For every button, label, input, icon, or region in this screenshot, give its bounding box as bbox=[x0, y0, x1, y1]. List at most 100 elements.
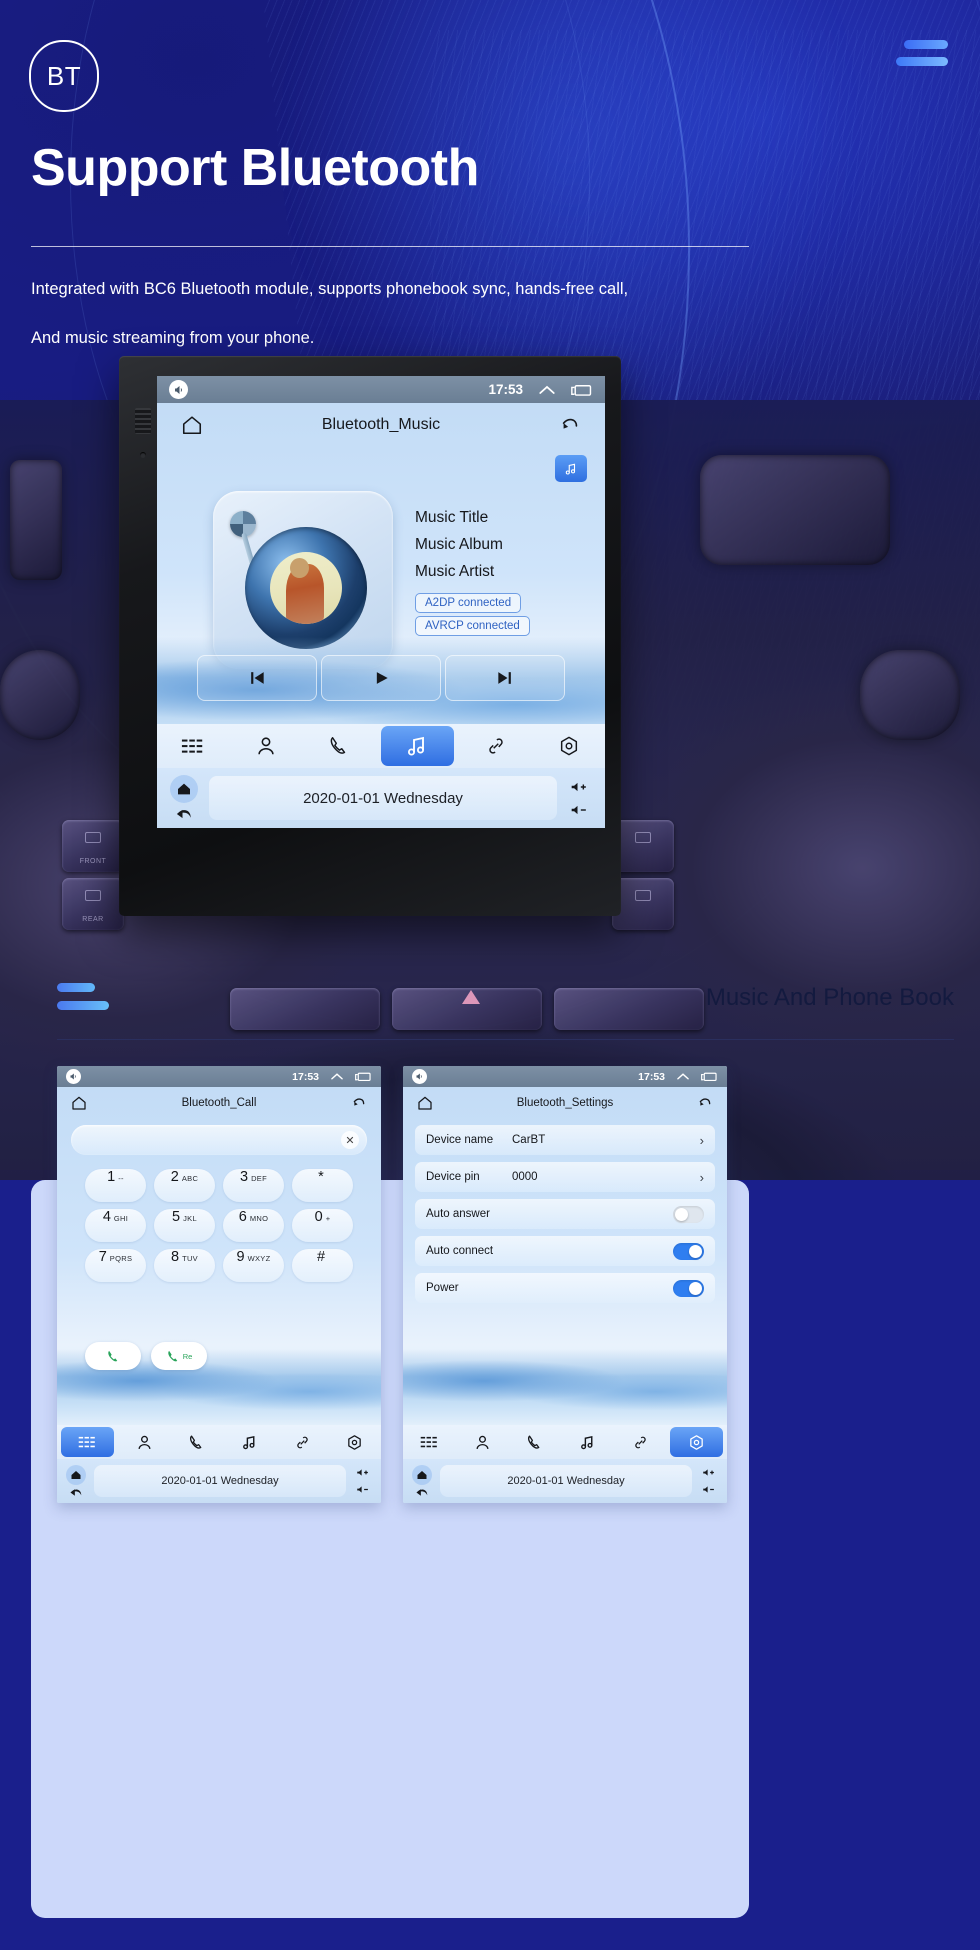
play-button[interactable] bbox=[321, 655, 441, 701]
bluetooth-badge-label: BT bbox=[46, 60, 82, 91]
dial-key-number: * bbox=[318, 1169, 324, 1185]
nav-item-settings[interactable] bbox=[670, 1427, 724, 1457]
recents-icon[interactable] bbox=[701, 1071, 718, 1082]
dial-key[interactable]: 8 TUV bbox=[154, 1249, 215, 1282]
volume-up-icon[interactable] bbox=[356, 1467, 371, 1478]
nav-item-settings[interactable] bbox=[532, 726, 605, 766]
dial-key[interactable]: * bbox=[292, 1169, 353, 1202]
album-cover-head bbox=[290, 558, 309, 578]
home-filled-icon[interactable] bbox=[412, 1464, 432, 1485]
volume-icon[interactable] bbox=[412, 1069, 427, 1084]
dash-button-left bbox=[230, 988, 380, 1030]
dial-key[interactable]: 0 + bbox=[292, 1209, 353, 1242]
settings-row-device-pin[interactable]: Device pin 0000 › bbox=[415, 1162, 715, 1192]
volume-up-icon[interactable] bbox=[570, 780, 590, 794]
dial-key[interactable]: 3 DEF bbox=[223, 1169, 284, 1202]
nav-item-phone[interactable] bbox=[170, 1427, 223, 1457]
settings-status-right: 17:53 bbox=[638, 1071, 718, 1083]
recents-icon[interactable] bbox=[355, 1071, 372, 1082]
nav-item-apps[interactable] bbox=[61, 1427, 114, 1457]
chevron-up-icon[interactable] bbox=[676, 1072, 690, 1081]
page-title: Support Bluetooth bbox=[31, 139, 479, 197]
redial-button[interactable]: Re bbox=[151, 1342, 207, 1370]
volume-down-icon[interactable] bbox=[702, 1484, 717, 1495]
nav-item-contacts[interactable] bbox=[230, 726, 303, 766]
door-button-1 bbox=[612, 820, 674, 872]
back-arrow-icon[interactable] bbox=[351, 1095, 367, 1111]
home-icon[interactable] bbox=[417, 1095, 433, 1111]
dial-key[interactable]: 2 ABC bbox=[154, 1169, 215, 1202]
settings-row-power[interactable]: Power bbox=[415, 1273, 715, 1303]
menu-button[interactable] bbox=[896, 40, 948, 74]
call-action-row: Re bbox=[85, 1342, 207, 1370]
auto-answer-toggle[interactable] bbox=[673, 1205, 704, 1223]
volume-down-icon[interactable] bbox=[570, 803, 590, 817]
dock-volume-controls bbox=[563, 780, 597, 817]
nav-item-paired[interactable] bbox=[276, 1427, 329, 1457]
back-arrow-filled-icon[interactable] bbox=[69, 1487, 83, 1498]
menu-bar-bottom bbox=[896, 57, 948, 66]
phone-number-input[interactable]: ✕ bbox=[71, 1125, 367, 1155]
dial-key[interactable]: 5 JKL bbox=[154, 1209, 215, 1242]
nav-item-phone[interactable] bbox=[302, 726, 375, 766]
vinyl-record bbox=[245, 527, 367, 649]
next-track-button[interactable] bbox=[445, 655, 565, 701]
dial-key[interactable]: 4 GHI bbox=[85, 1209, 146, 1242]
nav-item-music[interactable] bbox=[223, 1427, 276, 1457]
dial-key[interactable]: # bbox=[292, 1249, 353, 1282]
home-filled-icon[interactable] bbox=[66, 1464, 86, 1485]
back-arrow-icon[interactable] bbox=[697, 1095, 713, 1111]
home-filled-icon[interactable] bbox=[170, 775, 198, 803]
nav-item-apps[interactable] bbox=[157, 726, 230, 766]
settings-row-device-name[interactable]: Device name CarBT › bbox=[415, 1125, 715, 1155]
home-icon[interactable] bbox=[181, 414, 203, 436]
nav-item-settings[interactable] bbox=[328, 1427, 381, 1457]
settings-row-auto-connect[interactable]: Auto connect bbox=[415, 1236, 715, 1266]
settings-row-auto-answer[interactable]: Auto answer bbox=[415, 1199, 715, 1229]
music-source-chip[interactable] bbox=[555, 455, 587, 482]
nav-item-apps[interactable] bbox=[403, 1427, 456, 1457]
bottom-nav-bar bbox=[157, 724, 605, 768]
dial-key[interactable]: 7 PQRS bbox=[85, 1249, 146, 1282]
home-icon[interactable] bbox=[71, 1095, 87, 1111]
dial-key-number: 2 bbox=[170, 1169, 179, 1185]
recents-icon[interactable] bbox=[571, 383, 593, 397]
chevron-up-icon[interactable] bbox=[330, 1072, 344, 1081]
bluetooth-settings-screen: 17:53 Bluetooth_Settings Device name Car… bbox=[403, 1066, 727, 1503]
previous-track-button[interactable] bbox=[197, 655, 317, 701]
settings-dock-volume bbox=[696, 1467, 722, 1495]
back-arrow-filled-icon[interactable] bbox=[175, 807, 193, 821]
dial-key[interactable]: 6 MNO bbox=[223, 1209, 284, 1242]
dash-vent-left bbox=[10, 460, 62, 580]
volume-icon[interactable] bbox=[66, 1069, 81, 1084]
nav-item-contacts[interactable] bbox=[456, 1427, 509, 1457]
volume-icon[interactable] bbox=[169, 380, 188, 399]
call-button[interactable] bbox=[85, 1342, 141, 1370]
dial-key-letters: TUV bbox=[182, 1254, 198, 1263]
status-bar: 17:53 bbox=[157, 376, 605, 403]
nav-item-music[interactable] bbox=[381, 726, 454, 766]
nav-item-music[interactable] bbox=[561, 1427, 614, 1457]
nav-item-paired[interactable] bbox=[460, 726, 533, 766]
back-arrow-icon[interactable] bbox=[559, 414, 581, 436]
volume-down-icon[interactable] bbox=[356, 1484, 371, 1495]
album-cover-image bbox=[270, 552, 342, 624]
dial-key-number: 9 bbox=[236, 1249, 245, 1265]
dial-key[interactable]: 1 -- bbox=[85, 1169, 146, 1202]
volume-up-icon[interactable] bbox=[702, 1467, 717, 1478]
chevron-up-icon[interactable] bbox=[538, 384, 556, 396]
back-arrow-filled-icon[interactable] bbox=[415, 1487, 429, 1498]
auto-connect-toggle[interactable] bbox=[673, 1242, 704, 1260]
power-toggle[interactable] bbox=[673, 1279, 704, 1297]
status-bar-right: 17:53 bbox=[488, 382, 593, 397]
dial-key-number: 0 bbox=[314, 1209, 323, 1225]
dial-key[interactable]: 9 WXYZ bbox=[223, 1249, 284, 1282]
dash-knob-left bbox=[0, 650, 80, 740]
nav-item-phone[interactable] bbox=[508, 1427, 561, 1457]
transport-controls bbox=[197, 655, 565, 701]
nav-item-contacts[interactable] bbox=[118, 1427, 171, 1457]
screen-title: Bluetooth_Music bbox=[321, 416, 441, 433]
avrcp-status-badge: AVRCP connected bbox=[415, 616, 530, 636]
close-icon[interactable]: ✕ bbox=[341, 1131, 359, 1149]
nav-item-paired[interactable] bbox=[614, 1427, 667, 1457]
